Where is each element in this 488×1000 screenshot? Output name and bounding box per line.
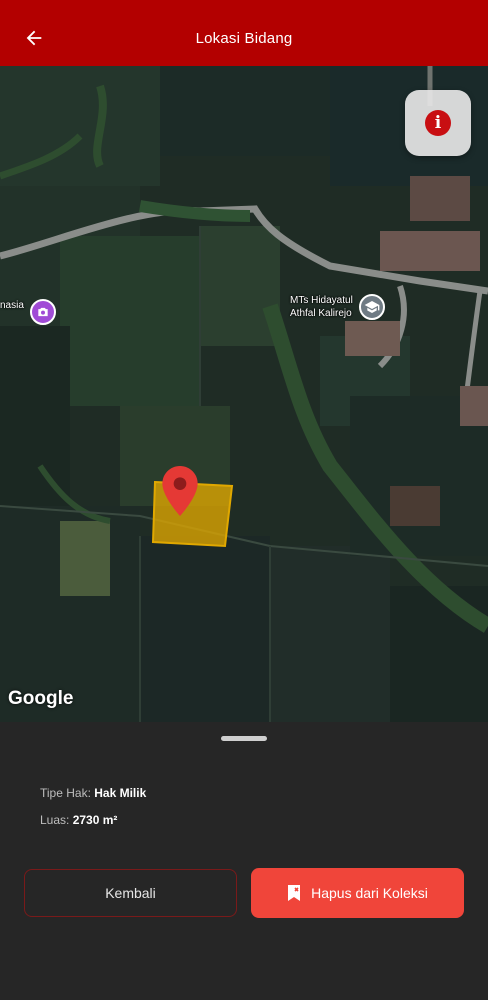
poi-label: nasia — [0, 300, 24, 311]
luas-value: 2730 m² — [72, 813, 118, 827]
info-icon: i — [425, 110, 451, 136]
luas-label: Luas: — [40, 813, 70, 827]
tipe-hak-label: Tipe Hak: — [40, 786, 91, 800]
map-imagery — [0, 66, 488, 730]
drag-handle[interactable] — [221, 736, 267, 741]
tipe-hak-row: Tipe Hak: Hak Milik — [40, 786, 146, 800]
remove-from-collection-button[interactable]: Hapus dari Koleksi — [251, 868, 464, 918]
poi-label: MTs Hidayatul Athfal Kalirejo — [290, 294, 353, 320]
back-button[interactable] — [18, 22, 50, 54]
luas-row: Luas: 2730 m² — [40, 813, 146, 827]
poi-marker-2[interactable]: MTs Hidayatul Athfal Kalirejo — [290, 294, 385, 320]
school-icon — [358, 294, 385, 320]
info-button[interactable]: i — [405, 90, 471, 156]
app-bar: Lokasi Bidang — [0, 0, 488, 76]
bottom-sheet: Tipe Hak: Hak Milik Luas: 2730 m² Kembal… — [0, 722, 488, 1000]
satellite-map[interactable]: nasia MTs Hidayatul Athfal Kalirejo Goog… — [0, 66, 488, 730]
arrow-left-icon — [26, 30, 42, 46]
camera-icon — [29, 299, 56, 325]
page-title: Lokasi Bidang — [195, 29, 293, 47]
remove-button-label: Hapus dari Koleksi — [311, 885, 428, 901]
poi-marker-1[interactable]: nasia — [0, 299, 56, 325]
parcel-details: Tipe Hak: Hak Milik Luas: 2730 m² — [40, 786, 146, 840]
poi-label-line2: Athfal Kalirejo — [290, 308, 352, 319]
google-attribution: Google — [8, 688, 74, 709]
location-pin-icon[interactable] — [162, 466, 198, 516]
tipe-hak-value: Hak Milik — [94, 786, 147, 800]
poi-label-line1: MTs Hidayatul — [290, 295, 353, 306]
kembali-button[interactable]: Kembali — [24, 869, 237, 917]
bookmark-remove-icon — [288, 885, 301, 901]
